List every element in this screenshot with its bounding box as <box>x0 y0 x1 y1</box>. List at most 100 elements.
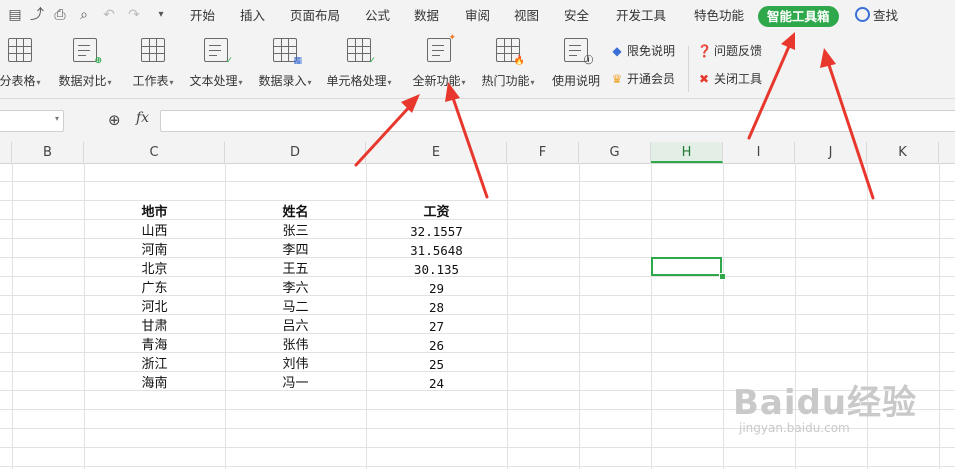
table-cell-city[interactable]: 广东 <box>84 279 225 298</box>
table-cell-city[interactable]: 青海 <box>84 336 225 355</box>
table-header-city[interactable]: 地市 <box>84 203 225 222</box>
help-doc-button[interactable]: ⓘ 使用说明 <box>550 38 602 92</box>
column-header-e[interactable]: E <box>366 142 507 163</box>
print-icon[interactable]: ⎙ <box>51 6 69 24</box>
help-doc-label: 使用说明 <box>551 74 600 88</box>
chevron-down-icon[interactable]: ▾ <box>55 114 59 123</box>
table-cell-name[interactable]: 冯一 <box>225 374 366 393</box>
table-cell-city[interactable]: 河南 <box>84 241 225 260</box>
column-header-i[interactable]: I <box>723 142 795 163</box>
table-cell-name[interactable]: 张三 <box>225 222 366 241</box>
new-feature-icon: ✦ <box>427 33 456 62</box>
tab-special-features[interactable]: 特色功能 <box>694 0 744 32</box>
data-entry-label: 数据录入 <box>258 74 307 88</box>
tab-data[interactable]: 数据 <box>414 0 439 32</box>
save-icon[interactable]: ▤ <box>6 6 24 24</box>
redo-icon[interactable]: ↷ <box>125 6 143 24</box>
column-header-d[interactable]: D <box>225 142 366 163</box>
tab-review[interactable]: 审阅 <box>465 0 490 32</box>
worksheet-button[interactable]: 工作表▾ <box>129 38 177 92</box>
customize-dropdown-icon[interactable]: ▾ <box>152 6 170 24</box>
text-process-button[interactable]: ✓ 文本处理▾ <box>186 38 246 92</box>
column-header-j[interactable]: J <box>795 142 867 163</box>
table-cell-city[interactable]: 北京 <box>84 260 225 279</box>
zoom-icon[interactable]: ⊕ <box>108 111 121 129</box>
data-entry-icon: ▦ <box>273 38 302 66</box>
free-desc-label: 限免说明 <box>627 44 676 58</box>
watermark-url: jingyan.baidu.com <box>739 421 850 435</box>
tab-insert[interactable]: 插入 <box>240 0 265 32</box>
feedback-button[interactable]: ❓ 问题反馈 <box>697 42 762 60</box>
hot-feature-label: 热门功能 <box>481 74 530 88</box>
formula-input[interactable] <box>160 110 955 132</box>
search-tab[interactable]: 查找 <box>855 0 898 32</box>
column-header-c[interactable]: C <box>84 142 225 163</box>
worksheet-grid[interactable]: 地市 姓名 工资 山西 张三 32.1557 河南 李四 31.5648 北京 … <box>0 163 955 469</box>
table-header-salary[interactable]: 工资 <box>366 203 507 222</box>
column-header-g[interactable]: G <box>579 142 651 163</box>
table-cell-city[interactable]: 河北 <box>84 298 225 317</box>
free-desc-button[interactable]: ◆ 限免说明 <box>610 42 675 60</box>
table-cell-salary[interactable]: 31.5648 <box>366 241 507 260</box>
table-cell-city[interactable]: 山西 <box>84 222 225 241</box>
table-cell-salary[interactable]: 32.1557 <box>366 222 507 241</box>
table-cell-name[interactable]: 王五 <box>225 260 366 279</box>
cell-process-button[interactable]: ✓ 单元格处理▾ <box>324 38 394 92</box>
tab-home[interactable]: 开始 <box>190 0 215 32</box>
table-cell-name[interactable]: 李六 <box>225 279 366 298</box>
table-cell-salary[interactable]: 28 <box>366 298 507 317</box>
undo-icon[interactable]: ↶ <box>100 6 118 24</box>
text-process-label: 文本处理 <box>189 74 238 88</box>
worksheet-label: 工作表 <box>132 74 169 88</box>
membership-label: 开通会员 <box>627 72 676 86</box>
membership-button[interactable]: ♛ 开通会员 <box>610 70 675 88</box>
table-cell-salary[interactable]: 27 <box>366 317 507 336</box>
print-preview-icon[interactable]: ⌕ <box>75 6 93 24</box>
menu-bar: ▤ ⤴ ⎙ ⌕ ↶ ↷ ▾ 开始 插入 页面布局 公式 数据 审阅 视图 安全 … <box>0 0 955 32</box>
column-header-k[interactable]: K <box>867 142 939 163</box>
table-cell-salary[interactable]: 25 <box>366 355 507 374</box>
table-header-name[interactable]: 姓名 <box>225 203 366 222</box>
tab-developer[interactable]: 开发工具 <box>616 0 666 32</box>
tab-formulas[interactable]: 公式 <box>365 0 390 32</box>
hot-feature-icon: 🔥 <box>496 38 525 66</box>
export-icon[interactable]: ⤴ <box>28 6 46 24</box>
data-compare-button[interactable]: ⊕ 数据对比▾ <box>56 38 114 92</box>
table-cell-city[interactable]: 浙江 <box>84 355 225 374</box>
close-icon: ✖ <box>698 72 710 86</box>
table-cell-name[interactable]: 李四 <box>225 241 366 260</box>
tag-icon: ◆ <box>612 44 622 58</box>
table-cell-salary[interactable]: 30.135 <box>366 260 507 279</box>
ribbon-separator <box>688 46 689 92</box>
tab-view[interactable]: 视图 <box>514 0 539 32</box>
hot-feature-button[interactable]: 🔥 热门功能▾ <box>478 38 538 92</box>
table-cell-salary[interactable]: 26 <box>366 336 507 355</box>
column-header-b[interactable]: B <box>12 142 84 163</box>
new-feature-button[interactable]: ✦ 全新功能▾ <box>410 33 468 92</box>
column-header-f[interactable]: F <box>507 142 579 163</box>
ribbon: 分表格▾ ⊕ 数据对比▾ 工作表▾ ✓ 文本处理▾ ▦ 数据录入▾ ✓ 单元格处… <box>0 32 955 99</box>
data-entry-button[interactable]: ▦ 数据录入▾ <box>255 38 315 92</box>
tab-security[interactable]: 安全 <box>564 0 589 32</box>
table-cell-salary[interactable]: 24 <box>366 374 507 393</box>
row-header-corner[interactable] <box>0 142 12 163</box>
table-cell-name[interactable]: 吕六 <box>225 317 366 336</box>
selected-cell[interactable] <box>651 257 722 276</box>
table-cell-salary[interactable]: 29 <box>366 279 507 298</box>
tab-page-layout[interactable]: 页面布局 <box>290 0 340 32</box>
table-cell-name[interactable]: 刘伟 <box>225 355 366 374</box>
close-tool-button[interactable]: ✖ 关闭工具 <box>697 70 762 88</box>
table-cell-name[interactable]: 张伟 <box>225 336 366 355</box>
fill-handle[interactable] <box>719 273 726 280</box>
worksheet-icon <box>141 38 165 62</box>
split-table-button[interactable]: 分表格▾ <box>0 38 44 92</box>
data-compare-icon: ⊕ <box>73 38 102 66</box>
name-box[interactable]: ▾ <box>0 110 64 132</box>
fx-icon[interactable]: fx <box>136 110 149 126</box>
column-header-h[interactable]: H <box>651 142 723 163</box>
table-cell-name[interactable]: 马二 <box>225 298 366 317</box>
tab-smart-toolbox[interactable]: 智能工具箱 <box>758 6 839 27</box>
table-cell-city[interactable]: 海南 <box>84 374 225 393</box>
table-cell-city[interactable]: 甘肃 <box>84 317 225 336</box>
close-tool-label: 关闭工具 <box>714 72 763 86</box>
